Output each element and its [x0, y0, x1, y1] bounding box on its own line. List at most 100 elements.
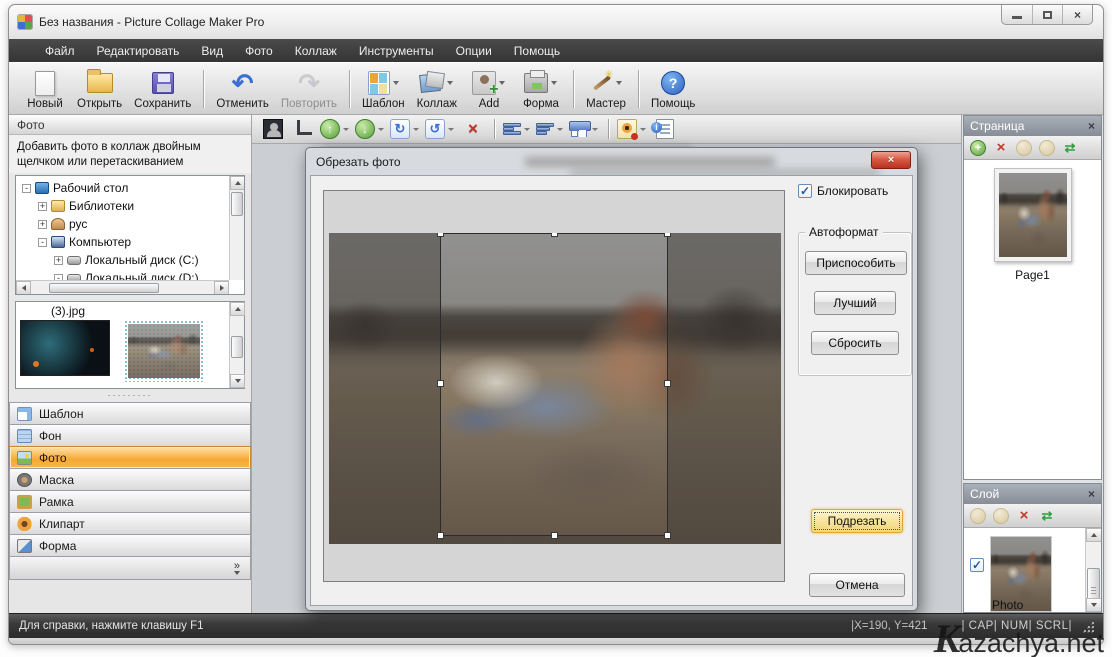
- menu-view[interactable]: Вид: [191, 41, 233, 61]
- crop-handle-bottom-middle[interactable]: [551, 532, 558, 539]
- panel-splitter[interactable]: ·········: [9, 389, 251, 401]
- accordion-item-clipart[interactable]: Клипарт: [9, 512, 251, 535]
- scroll-up-arrow[interactable]: [1086, 528, 1101, 542]
- scrollbar-thumb[interactable]: [231, 192, 243, 216]
- delete-layer-button[interactable]: ×: [1016, 508, 1032, 524]
- rotate-cw-button[interactable]: ↻: [390, 119, 421, 139]
- new-button[interactable]: Новый: [19, 65, 71, 113]
- crop-handle-bottom-left[interactable]: [437, 532, 444, 539]
- delete-page-button[interactable]: ×: [993, 140, 1009, 156]
- lock-checkbox[interactable]: ✓: [798, 184, 812, 198]
- tree-item-disk-c[interactable]: + Локальный диск (C:): [20, 251, 244, 269]
- accordion-item-photo[interactable]: Фото: [9, 446, 251, 469]
- collage-button[interactable]: Коллаж: [411, 65, 463, 113]
- best-button[interactable]: Лучший: [814, 291, 896, 315]
- menu-file[interactable]: Файл: [35, 41, 85, 61]
- delete-photo-button[interactable]: ×: [460, 117, 486, 141]
- scroll-up-arrow[interactable]: [230, 302, 245, 316]
- accordion-item-frame[interactable]: Рамка: [9, 490, 251, 513]
- close-button[interactable]: ×: [1062, 5, 1092, 24]
- move-layer-down-button[interactable]: [993, 508, 1009, 524]
- expand-icon[interactable]: +: [54, 256, 63, 265]
- reset-button[interactable]: Сбросить: [811, 331, 899, 355]
- menu-help[interactable]: Помощь: [504, 41, 570, 61]
- scrollbar-thumb[interactable]: [49, 283, 159, 293]
- scroll-left-arrow[interactable]: [16, 281, 31, 295]
- tree-vertical-scrollbar[interactable]: [229, 176, 244, 280]
- properties-button[interactable]: [652, 117, 678, 141]
- layers-scrollbar[interactable]: [1085, 528, 1101, 612]
- layout-button[interactable]: [569, 121, 600, 137]
- menu-options[interactable]: Опции: [446, 41, 502, 61]
- move-page-up-button[interactable]: [1016, 140, 1032, 156]
- collapse-icon[interactable]: -: [22, 184, 31, 193]
- crop-handle-top-right[interactable]: [664, 233, 671, 237]
- save-button[interactable]: Сохранить: [128, 65, 197, 113]
- scrollbar-thumb[interactable]: [231, 336, 243, 358]
- effects-button[interactable]: [617, 119, 648, 139]
- tree-item-computer[interactable]: - Компьютер: [20, 233, 244, 251]
- bring-forward-button[interactable]: ↑: [320, 119, 351, 139]
- template-button[interactable]: Шаблон: [356, 65, 411, 113]
- minimize-button[interactable]: [1002, 5, 1032, 24]
- dialog-close-button[interactable]: ×: [871, 151, 911, 169]
- accordion-item-mask[interactable]: Маска: [9, 468, 251, 491]
- tree-item-desktop[interactable]: - Рабочий стол: [20, 179, 244, 197]
- move-page-down-button[interactable]: [1039, 140, 1055, 156]
- crop-handle-top-left[interactable]: [437, 233, 444, 237]
- help-button[interactable]: ? Помощь: [645, 65, 701, 113]
- tree-horizontal-scrollbar[interactable]: [16, 280, 229, 294]
- crop-handle-middle-right[interactable]: [664, 380, 671, 387]
- crop-selection[interactable]: [440, 233, 668, 536]
- scroll-down-arrow[interactable]: [230, 374, 245, 388]
- redo-button[interactable]: ↷ Повторить: [275, 65, 343, 113]
- menu-tools[interactable]: Инструменты: [349, 41, 444, 61]
- crop-confirm-button[interactable]: Подрезать: [811, 509, 903, 533]
- thumbnails-scrollbar[interactable]: [229, 302, 244, 388]
- maximize-button[interactable]: [1032, 5, 1062, 24]
- close-icon[interactable]: ×: [1088, 119, 1095, 133]
- add-button[interactable]: Add: [463, 65, 515, 113]
- layer-row[interactable]: ✓: [964, 528, 1101, 612]
- menu-photo[interactable]: Фото: [235, 41, 283, 61]
- open-button[interactable]: Открыть: [71, 65, 128, 113]
- layer-visibility-checkbox[interactable]: ✓: [970, 558, 984, 572]
- add-page-button[interactable]: +: [970, 140, 986, 156]
- title-bar[interactable]: Без названия - Picture Collage Maker Pro…: [9, 5, 1103, 39]
- move-layer-up-button[interactable]: [970, 508, 986, 524]
- undo-button[interactable]: ↶ Отменить: [210, 65, 275, 113]
- swap-layers-button[interactable]: ⇄: [1039, 508, 1055, 524]
- close-icon[interactable]: ×: [1088, 487, 1095, 501]
- swap-pages-button[interactable]: ⇄: [1062, 140, 1078, 156]
- distribute-vertical-button[interactable]: [503, 121, 532, 137]
- scroll-right-arrow[interactable]: [214, 281, 229, 295]
- collapse-icon[interactable]: -: [38, 238, 47, 247]
- wizard-button[interactable]: Мастер: [580, 65, 632, 113]
- accordion-overflow[interactable]: »: [9, 556, 251, 580]
- lock-checkbox-row[interactable]: ✓ Блокировать: [798, 184, 912, 198]
- rotate-ccw-button[interactable]: ↺: [425, 119, 456, 139]
- form-button[interactable]: Форма: [515, 65, 567, 113]
- menu-collage[interactable]: Коллаж: [285, 41, 347, 61]
- expand-icon[interactable]: +: [38, 220, 47, 229]
- photo-thumbnail[interactable]: [20, 320, 110, 376]
- accordion-item-background[interactable]: Фон: [9, 424, 251, 447]
- accordion-item-template[interactable]: Шаблон: [9, 402, 251, 425]
- crop-handle-bottom-right[interactable]: [664, 532, 671, 539]
- menu-edit[interactable]: Редактировать: [87, 41, 190, 61]
- dialog-title-bar[interactable]: Обрезать фото ×: [310, 148, 913, 175]
- tree-item-libraries[interactable]: + Библиотеки: [20, 197, 244, 215]
- fit-button[interactable]: Приспособить: [805, 251, 907, 275]
- page-thumbnail[interactable]: [994, 168, 1072, 262]
- scroll-down-arrow[interactable]: [1086, 598, 1101, 612]
- expand-icon[interactable]: +: [38, 202, 47, 211]
- tree-item-user[interactable]: + рус: [20, 215, 244, 233]
- selected-photo-button[interactable]: [260, 117, 286, 141]
- send-backward-button[interactable]: ↓: [355, 119, 386, 139]
- accordion-item-shape[interactable]: Форма: [9, 534, 251, 557]
- crop-handle-top-middle[interactable]: [551, 233, 558, 237]
- photo-thumbnail-selected[interactable]: [124, 320, 204, 382]
- crop-tool-button[interactable]: [290, 117, 316, 141]
- align-left-button[interactable]: [536, 121, 565, 137]
- scroll-up-arrow[interactable]: [230, 176, 245, 190]
